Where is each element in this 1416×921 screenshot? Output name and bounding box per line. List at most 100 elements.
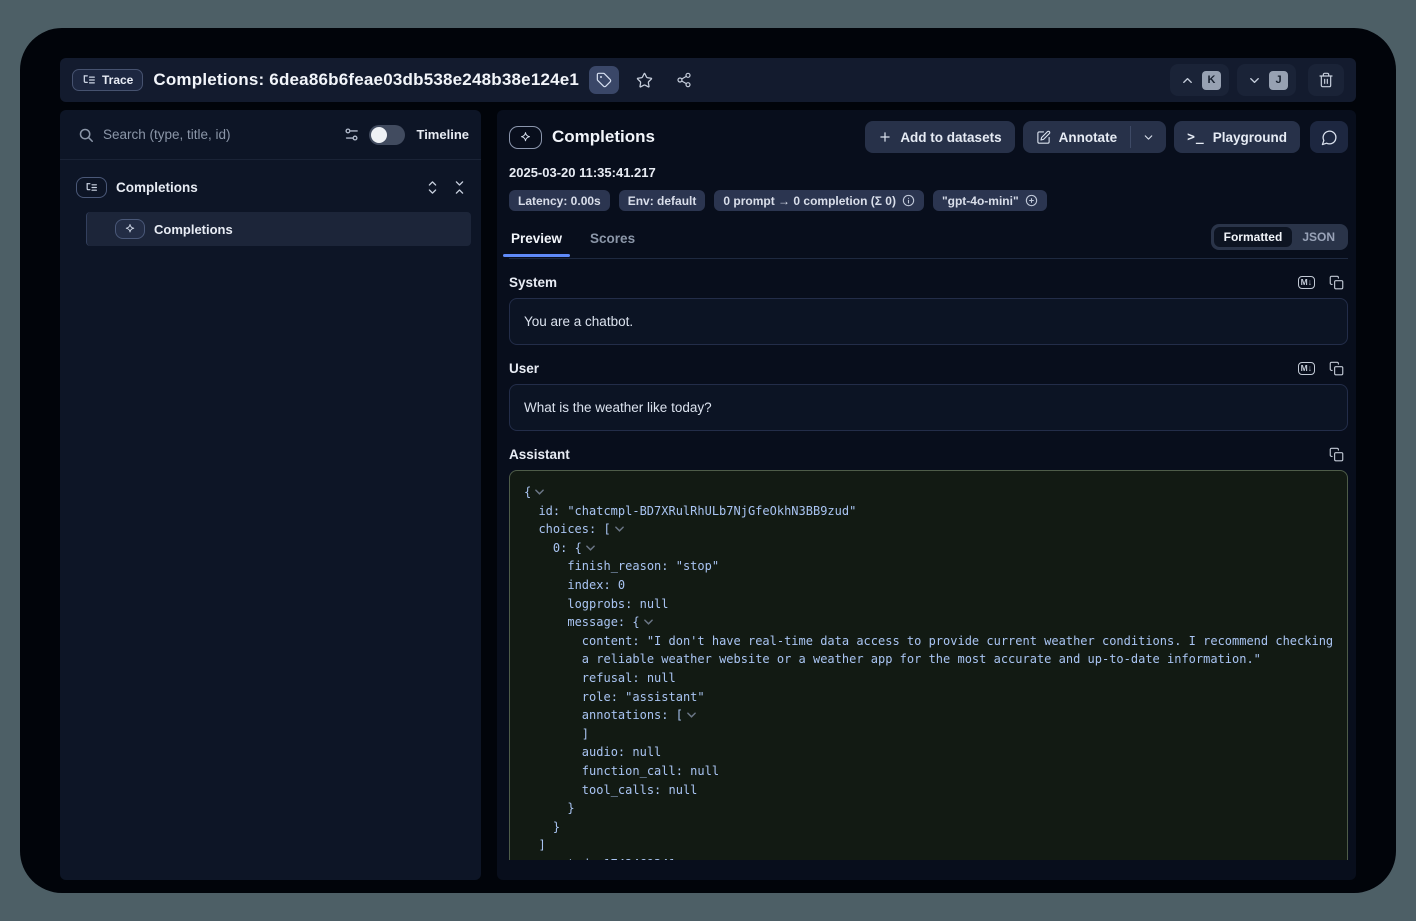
collapse-chevron-icon[interactable] [644,619,653,625]
chevron-down-icon [1247,73,1262,88]
copy-icon[interactable] [1329,275,1344,290]
collapse-chevron-icon[interactable] [535,489,544,495]
tree-node-generation-selected[interactable]: Completions [86,212,471,246]
json-line: function_call: null [524,762,1339,781]
json-line: created: 1742469341 [524,855,1339,860]
json-line: message: { [524,613,1339,632]
tab-preview[interactable]: Preview [509,227,564,256]
copy-icon[interactable] [1329,447,1344,462]
collapse-all-icon[interactable] [452,180,467,195]
toggle-thumb [371,127,387,143]
trace-header-bar: Trace Completions: 6dea86b6feae03db538e2… [60,58,1356,102]
format-toggle: Formatted JSON [1211,224,1348,250]
observation-title: Completions [552,127,655,147]
json-line: ] [524,725,1339,744]
trace-title: Completions: 6dea86b6feae03db538e248b38e… [153,70,579,90]
json-line: id: "chatcmpl-BD7XRulRhULb7NjGfeOkhN3BB9… [524,502,1339,521]
star-icon [636,72,653,89]
format-json-button[interactable]: JSON [1292,227,1345,247]
terminal-icon: >_ [1187,130,1205,145]
observation-actions: Add to datasets Annotate >_ Playground [865,121,1348,153]
json-line: role: "assistant" [524,688,1339,707]
trace-badge-label: Trace [102,73,133,87]
latency-badge: Latency: 0.00s [509,190,610,211]
edit-icon [1036,130,1051,145]
playground-button[interactable]: >_ Playground [1174,121,1300,153]
header-actions: K J [1170,64,1344,96]
token-usage-badge[interactable]: 0 prompt → 0 completion (Σ 0) [714,190,924,211]
trace-type-badge: Trace [72,69,143,91]
tree-child-label: Completions [154,222,233,237]
json-line: content: "I don't have real-time data ac… [524,632,1339,669]
tree-root-label: Completions [116,180,198,195]
annotate-split-button: Annotate [1023,121,1167,153]
collapse-chevron-icon[interactable] [615,526,624,532]
assistant-json-viewer[interactable]: {id: "chatcmpl-BD7XRulRhULb7NjGfeOkhN3BB… [509,470,1348,860]
tab-scores[interactable]: Scores [588,227,637,256]
annotate-button[interactable]: Annotate [1023,121,1131,153]
tag-icon [596,72,612,88]
timeline-toggle[interactable] [369,125,405,145]
add-to-datasets-button[interactable]: Add to datasets [865,121,1014,153]
nav-next-button[interactable]: J [1237,64,1296,96]
generation-node-badge [115,219,145,239]
trace-node-badge [76,177,107,198]
json-line: ] [524,836,1339,855]
search-input[interactable] [103,127,334,142]
assistant-section-header: Assistant [509,447,1348,462]
trace-tree-sidebar: Timeline Completions Completions [60,110,481,880]
view-settings-icon[interactable] [343,126,360,143]
collapse-chevron-icon[interactable] [687,712,696,718]
copy-icon[interactable] [1329,361,1344,376]
format-formatted-button[interactable]: Formatted [1214,227,1293,247]
assistant-output-clip: {id: "chatcmpl-BD7XRulRhULb7NjGfeOkhN3BB… [509,470,1348,860]
expand-all-icon[interactable] [425,180,440,195]
chevron-up-icon [1180,73,1195,88]
tree-node-trace[interactable]: Completions [72,170,471,204]
observation-timestamp: 2025-03-20 11:35:41.217 [509,165,1348,180]
sparkle-icon [124,223,136,235]
bookmark-star-button[interactable] [629,66,659,94]
json-line: 0: { [524,539,1339,558]
tabs-bar: Preview Scores Formatted JSON [509,224,1348,259]
assistant-label: Assistant [509,447,570,462]
delete-trace-button[interactable] [1308,64,1344,96]
info-icon [902,194,915,207]
tree-controls [425,180,467,195]
kbd-k: K [1202,71,1221,90]
json-line: { [524,483,1339,502]
model-badge[interactable]: "gpt-4o-mini" [933,190,1047,211]
trash-icon [1318,72,1334,88]
circle-plus-icon [1025,194,1038,207]
json-line: refusal: null [524,669,1339,688]
annotate-dropdown-button[interactable] [1131,121,1166,153]
user-section-header: User M↓ [509,361,1348,376]
json-line: choices: [ [524,520,1339,539]
environment-badge: Env: default [619,190,706,211]
app-window: Trace Completions: 6dea86b6feae03db538e2… [20,28,1396,893]
trace-tree: Completions Completions [60,160,481,246]
user-label: User [509,361,539,376]
json-line: } [524,818,1339,837]
json-line: } [524,799,1339,818]
tree-search-row: Timeline [60,110,481,160]
comments-button[interactable] [1310,121,1348,153]
timeline-label: Timeline [416,127,469,142]
metadata-badges: Latency: 0.00s Env: default 0 prompt → 0… [509,190,1348,211]
annotate-label: Annotate [1059,130,1118,145]
share-button[interactable] [669,66,699,94]
json-line: audio: null [524,743,1339,762]
message-circle-icon [1321,129,1338,146]
sparkle-icon [519,131,532,144]
collapse-chevron-icon[interactable] [586,545,595,551]
nav-previous-button[interactable]: K [1170,64,1229,96]
user-message-box: What is the weather like today? [509,384,1348,431]
observation-detail-panel: Completions Add to datasets Annotate [497,110,1356,880]
json-line: logprobs: null [524,595,1339,614]
json-line: annotations: [ [524,706,1339,725]
kbd-j: J [1269,71,1288,90]
share-icon [676,72,692,88]
markdown-toggle-icon[interactable]: M↓ [1298,276,1315,289]
tags-button[interactable] [589,66,619,94]
markdown-toggle-icon[interactable]: M↓ [1298,362,1315,375]
